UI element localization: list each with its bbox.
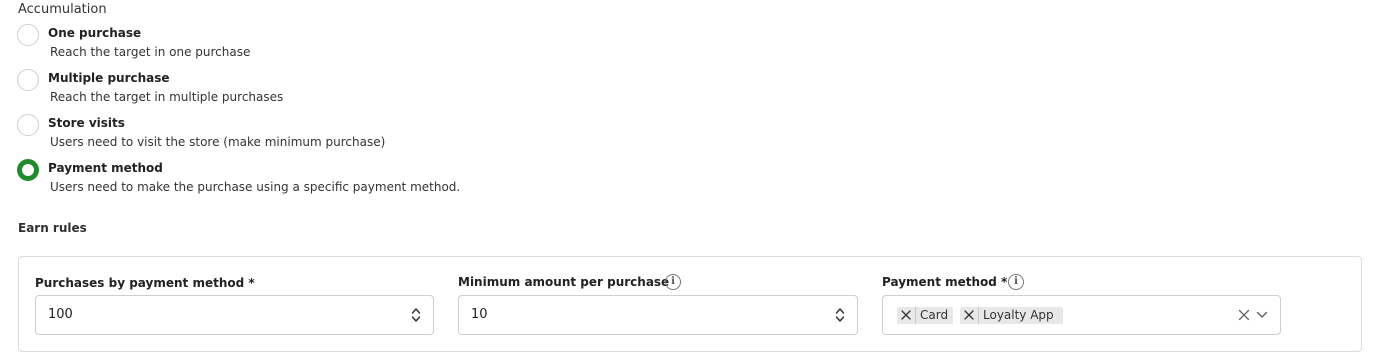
radio-description: Reach the target in one purchase [50,45,251,59]
radio-option-payment-method[interactable]: Payment method Users need to make the pu… [17,159,717,199]
chip-card: Card [897,307,953,324]
chevron-down-icon[interactable] [1256,311,1268,319]
minimum-amount-label: Minimum amount per purchase [458,275,670,289]
stepper-icon[interactable] [835,306,845,324]
input-value: 10 [471,307,488,322]
radio-label: Multiple purchase [48,71,170,85]
purchases-by-payment-method-input[interactable]: 100 [35,295,434,335]
earn-rules-title: Earn rules [18,221,87,235]
input-value: 100 [48,307,73,322]
radio-label: One purchase [48,26,142,40]
chip-loyalty-app: Loyalty App [960,307,1063,324]
chip-remove-icon[interactable] [897,307,916,324]
info-icon[interactable]: i [1008,274,1024,290]
radio-button[interactable] [17,69,39,91]
chip-label: Card [920,308,949,322]
stepper-icon[interactable] [411,306,421,324]
payment-method-label: Payment method * [882,275,1008,289]
purchases-by-payment-method-label: Purchases by payment method * [35,276,255,290]
radio-button-selected[interactable] [17,159,39,181]
radio-description: Users need to make the purchase using a … [50,180,461,194]
chip-remove-icon[interactable] [960,307,979,324]
payment-method-select[interactable]: Card Loyalty App [882,295,1281,335]
radio-label: Payment method [48,161,163,175]
radio-label: Store visits [48,116,125,130]
chip-label: Loyalty App [983,308,1054,322]
radio-description: Reach the target in multiple purchases [50,90,284,104]
accumulation-title: Accumulation [18,2,107,17]
radio-button[interactable] [17,114,39,136]
radio-option-one-purchase[interactable]: One purchase Reach the target in one pur… [17,24,717,64]
radio-description: Users need to visit the store (make mini… [50,135,386,149]
minimum-amount-input[interactable]: 10 [458,295,858,335]
clear-icon[interactable] [1238,309,1250,321]
info-icon[interactable]: i [665,274,681,290]
radio-button[interactable] [17,24,39,46]
radio-option-multiple-purchase[interactable]: Multiple purchase Reach the target in mu… [17,69,717,109]
earn-rules-panel: Purchases by payment method * 100 Minimu… [18,256,1362,352]
radio-option-store-visits[interactable]: Store visits Users need to visit the sto… [17,114,717,154]
